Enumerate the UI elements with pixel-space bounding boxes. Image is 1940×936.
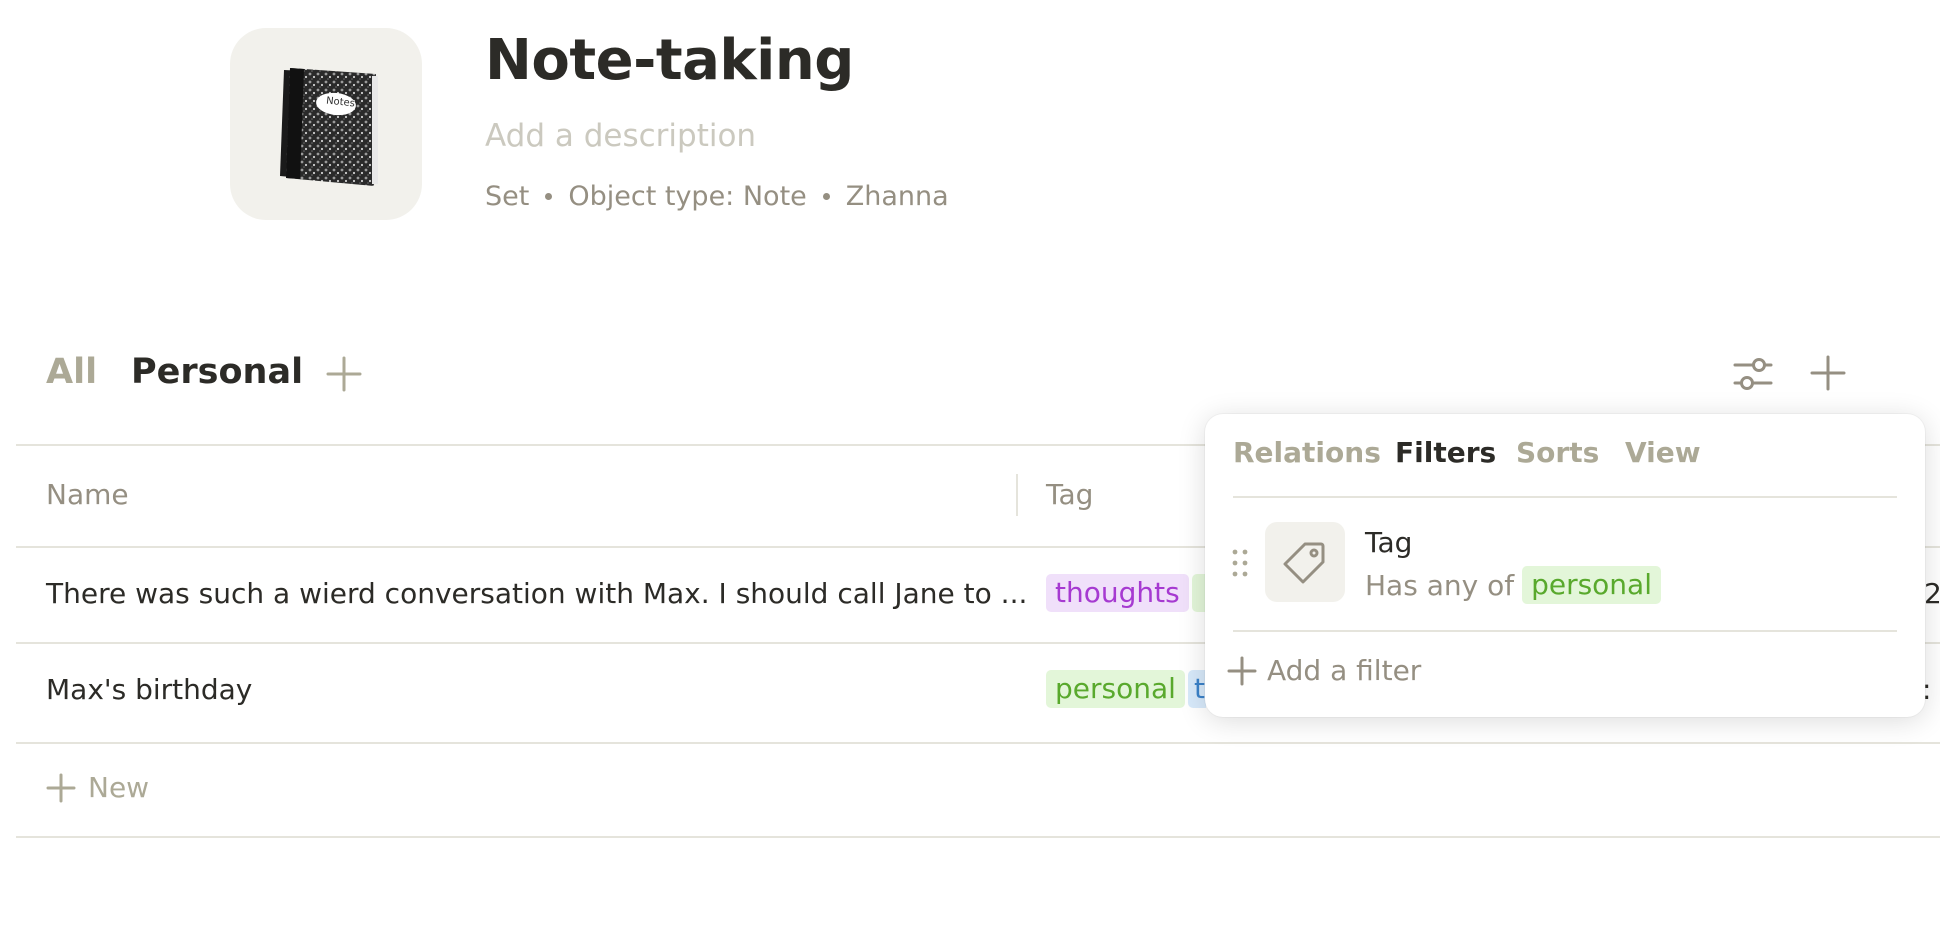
plus-icon xyxy=(326,356,362,392)
filter-relation-icon xyxy=(1265,522,1345,602)
tag-chip[interactable]: personal xyxy=(1046,670,1185,708)
row-name[interactable]: Max's birthday xyxy=(46,673,252,706)
page-title[interactable]: Note-taking xyxy=(485,28,854,93)
filter-condition-text: Has any of xyxy=(1365,568,1515,602)
drag-handle-icon xyxy=(1232,549,1248,577)
column-header-name[interactable]: Name xyxy=(46,478,129,511)
meta-separator xyxy=(545,193,553,200)
tag-icon xyxy=(1283,542,1325,584)
description-field[interactable]: Add a description xyxy=(485,118,756,154)
popup-tab-sorts[interactable]: Sorts xyxy=(1516,436,1599,469)
filter-relation-name[interactable]: Tag xyxy=(1365,526,1412,559)
new-label: New xyxy=(88,771,150,804)
set-cover-icon[interactable]: Notes xyxy=(230,28,422,220)
meta-kind: Set xyxy=(485,181,530,212)
popup-divider xyxy=(1233,630,1897,632)
drag-handle[interactable] xyxy=(1231,548,1251,582)
view-settings-popup: Relations Filters Sorts View Tag Has any… xyxy=(1205,414,1925,717)
popup-divider xyxy=(1233,496,1897,498)
popup-tab-relations[interactable]: Relations xyxy=(1233,436,1381,469)
filter-value-tag: personal xyxy=(1522,566,1661,604)
popup-tab-view[interactable]: View xyxy=(1625,436,1701,469)
tag-chip[interactable]: thoughts xyxy=(1046,574,1189,612)
column-divider[interactable] xyxy=(1016,474,1018,516)
sliders-icon xyxy=(1733,358,1773,390)
tab-all[interactable]: All xyxy=(46,352,97,392)
view-settings-button[interactable] xyxy=(1733,354,1773,398)
set-meta: Set Object type: Note Zhanna xyxy=(485,181,949,212)
plus-icon xyxy=(1810,355,1846,391)
row-divider xyxy=(16,742,1940,744)
add-filter-label: Add a filter xyxy=(1267,654,1422,687)
new-object-button[interactable] xyxy=(1810,355,1846,395)
meta-object-type[interactable]: Object type: Note xyxy=(568,181,806,212)
table-bottom-border xyxy=(16,836,1940,838)
plus-icon xyxy=(1227,656,1257,685)
tag-chip-partial[interactable]: t xyxy=(1188,670,1206,708)
row-name[interactable]: There was such a wierd conversation with… xyxy=(46,577,1027,610)
popup-tab-filters[interactable]: Filters xyxy=(1395,436,1496,469)
add-new-row-button[interactable]: New xyxy=(46,771,149,804)
add-filter-button[interactable]: Add a filter xyxy=(1227,654,1421,687)
tag-chip[interactable]: t xyxy=(1188,670,1206,708)
plus-icon xyxy=(46,773,76,802)
column-header-tag[interactable]: Tag xyxy=(1046,478,1093,511)
tag-chip-partial[interactable] xyxy=(1192,574,1206,612)
filter-condition[interactable]: Has any of personal xyxy=(1365,566,1661,604)
meta-author[interactable]: Zhanna xyxy=(846,181,949,212)
row-cell-clipped: 2 xyxy=(1924,577,1940,610)
composition-notebook-icon xyxy=(280,68,378,186)
add-view-button[interactable] xyxy=(326,356,362,396)
tab-personal[interactable]: Personal xyxy=(131,352,303,392)
meta-separator xyxy=(822,193,830,200)
